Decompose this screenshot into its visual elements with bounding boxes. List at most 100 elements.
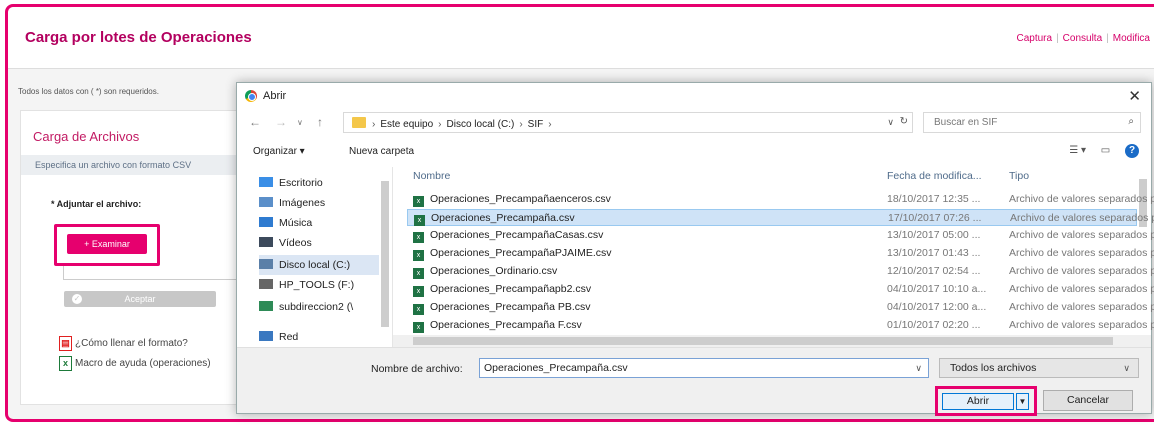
page-title: Carga por lotes de Operaciones xyxy=(25,29,252,46)
new-folder-button[interactable]: Nueva carpeta xyxy=(349,146,414,157)
help-icon[interactable]: ? xyxy=(1125,144,1139,158)
tree-item-label: Vídeos xyxy=(279,237,312,249)
file-type-value: Todos los archivos xyxy=(950,362,1037,374)
nav-consulta[interactable]: Consulta xyxy=(1063,33,1102,44)
csv-file-icon: x xyxy=(413,232,424,243)
file-row[interactable]: x Operaciones_Precampañaenceros.csv 18/10/… xyxy=(407,191,1154,208)
dialog-title: Abrir xyxy=(263,90,287,102)
dialog-toolbar: Organizar ▾ Nueva carpeta ☰ ▾ ▭ ? xyxy=(237,139,1151,165)
file-name: Operaciones_Precampaña F.csv xyxy=(430,319,582,331)
tree-item[interactable]: HP_TOOLS (F:) xyxy=(259,275,379,295)
tree-item[interactable]: Disco local (C:) xyxy=(259,255,379,275)
tree-item[interactable]: Escritorio xyxy=(259,173,379,193)
file-type: Archivo de valores separados por coma xyxy=(1009,229,1154,241)
search-input[interactable]: Buscar en SIF ⌕ xyxy=(923,112,1141,133)
file-date: 04/10/2017 12:00 a... xyxy=(887,301,987,313)
tree-scrollbar[interactable] xyxy=(379,167,391,347)
file-name: Operaciones_Precampañapb2.csv xyxy=(430,283,592,295)
breadcrumb-item[interactable]: SIF xyxy=(528,119,544,130)
view-options-icon[interactable]: ☰ ▾ xyxy=(1069,145,1086,156)
file-row[interactable]: x Operaciones_Precampañapb2.csv 04/10/2017… xyxy=(407,281,1154,298)
file-name: Operaciones_Ordinario.csv xyxy=(430,265,558,277)
nav-modifica[interactable]: Modifica xyxy=(1113,33,1150,44)
address-bar[interactable]: › Este equipo › Disco local (C:) › SIF › ∨ ↻ xyxy=(343,112,913,133)
tree-item-label: Imágenes xyxy=(279,197,326,209)
drive-icon xyxy=(259,259,273,269)
file-row[interactable]: x Operaciones_Precampaña PB.csv 04/10/2017… xyxy=(407,299,1154,316)
tree-item[interactable]: subdireccion2 (\ xyxy=(259,297,379,317)
file-name-cell: x Operaciones_PrecampañaCasas.csv xyxy=(413,229,793,243)
column-date[interactable]: Fecha de modifica... xyxy=(887,167,982,189)
file-type: Archivo de valores separados por coma xyxy=(1009,265,1154,277)
music-icon xyxy=(259,217,273,227)
file-row[interactable]: x Operaciones_PrecampañaCasas.csv 13/10/20… xyxy=(407,227,1154,244)
cancel-button[interactable]: Cancelar xyxy=(1043,390,1133,411)
format-help-link[interactable]: ▤ ¿Cómo llenar el formato? xyxy=(59,336,188,351)
file-date: 13/10/2017 05:00 ... xyxy=(887,229,981,241)
file-row[interactable]: x Operaciones_Precampaña F.csv 01/10/2017 … xyxy=(407,317,1154,334)
forward-arrow-icon[interactable]: → xyxy=(275,115,287,129)
file-type: Archivo de valores separados por coma xyxy=(1009,301,1154,313)
accept-button[interactable]: ✓ Aceptar xyxy=(64,291,216,307)
macro-help-link[interactable]: x Macro de ayuda (operaciones) xyxy=(59,356,211,371)
open-file-dialog: Abrir ✕ ← → ∨ ↑ › Este equipo › Disco local… xyxy=(236,82,1154,416)
file-name-cell: x Operaciones_Ordinario.csv xyxy=(413,265,793,279)
file-type-select[interactable]: Todos los archivos ∨ xyxy=(939,358,1139,378)
breadcrumb-item[interactable]: Este equipo xyxy=(380,119,433,130)
column-name[interactable]: Nombre xyxy=(413,167,450,189)
tree-item[interactable]: Vídeos xyxy=(259,233,379,253)
tree-item[interactable]: Imágenes xyxy=(259,193,379,213)
open-button[interactable]: Abrir xyxy=(942,393,1014,410)
refresh-icon[interactable]: ↻ xyxy=(900,116,908,127)
file-row[interactable]: x Operaciones_PrecampañaPJAIME.csv 13/10/2… xyxy=(407,245,1154,262)
file-name: Operaciones_Precampaña.csv xyxy=(431,212,575,224)
panel-title: Carga de Archivos xyxy=(33,129,140,144)
open-highlight: Abrir ▼ xyxy=(935,386,1037,416)
csv-file-icon: x xyxy=(414,215,425,226)
upload-panel: Carga de Archivos Especifica un archivo … xyxy=(20,110,243,405)
file-path-field[interactable] xyxy=(63,266,243,280)
close-icon[interactable]: ✕ xyxy=(1128,87,1141,105)
file-date: 18/10/2017 12:35 ... xyxy=(887,193,981,205)
tree-item-label: Disco local (C:) xyxy=(279,259,351,271)
folder-icon xyxy=(352,117,366,128)
file-name-cell: x Operaciones_Precampaña.csv xyxy=(414,212,794,226)
excel-icon: x xyxy=(59,356,72,371)
filename-input[interactable]: Operaciones_Precampaña.csv ∨ xyxy=(479,358,929,378)
open-dropdown-icon[interactable]: ▼ xyxy=(1016,393,1029,410)
file-name-cell: x Operaciones_Precampaña F.csv xyxy=(413,319,793,333)
attach-label: * Adjuntar el archivo: xyxy=(51,199,142,209)
breadcrumb-item[interactable]: Disco local (C:) xyxy=(447,119,515,130)
network-drive-icon xyxy=(259,301,273,311)
tree-item[interactable]: Red xyxy=(259,327,379,347)
file-name: Operaciones_PrecampañaCasas.csv xyxy=(430,229,604,241)
chevron-down-icon[interactable]: ∨ xyxy=(887,117,894,128)
file-name: Operaciones_Precampaña PB.csv xyxy=(430,301,591,313)
desktop-icon xyxy=(259,177,273,187)
tree-item[interactable]: Música xyxy=(259,213,379,233)
filename-value: Operaciones_Precampaña.csv xyxy=(484,362,628,374)
back-arrow-icon[interactable]: ← xyxy=(249,115,261,129)
up-arrow-icon[interactable]: ↑ xyxy=(317,115,323,129)
file-date: 01/10/2017 02:20 ... xyxy=(887,319,981,331)
organize-menu[interactable]: Organizar ▾ xyxy=(253,146,305,157)
csv-file-icon: x xyxy=(413,286,424,297)
format-help-label: ¿Cómo llenar el formato? xyxy=(75,338,188,350)
column-type[interactable]: Tipo xyxy=(1009,167,1029,189)
file-row[interactable]: x Operaciones_Precampaña.csv 17/10/2017 07… xyxy=(407,209,1154,226)
file-row[interactable]: x Operaciones_Ordinario.csv 12/10/2017 02:… xyxy=(407,263,1154,280)
csv-file-icon: x xyxy=(413,250,424,261)
browse-button[interactable]: + Examinar xyxy=(67,234,147,254)
search-placeholder: Buscar en SIF xyxy=(934,117,998,128)
pdf-icon: ▤ xyxy=(59,336,72,351)
horizontal-scrollbar[interactable] xyxy=(393,335,1151,347)
check-icon: ✓ xyxy=(72,294,82,304)
chevron-down-icon[interactable]: ∨ xyxy=(915,363,922,374)
file-date: 04/10/2017 10:10 a... xyxy=(887,283,987,295)
accept-label: Aceptar xyxy=(124,294,156,304)
preview-pane-icon[interactable]: ▭ xyxy=(1101,145,1110,156)
nav-captura[interactable]: Captura xyxy=(1016,33,1052,44)
chrome-icon xyxy=(245,90,257,102)
recent-chevron-icon[interactable]: ∨ xyxy=(297,118,303,127)
macro-help-label: Macro de ayuda (operaciones) xyxy=(75,358,211,370)
